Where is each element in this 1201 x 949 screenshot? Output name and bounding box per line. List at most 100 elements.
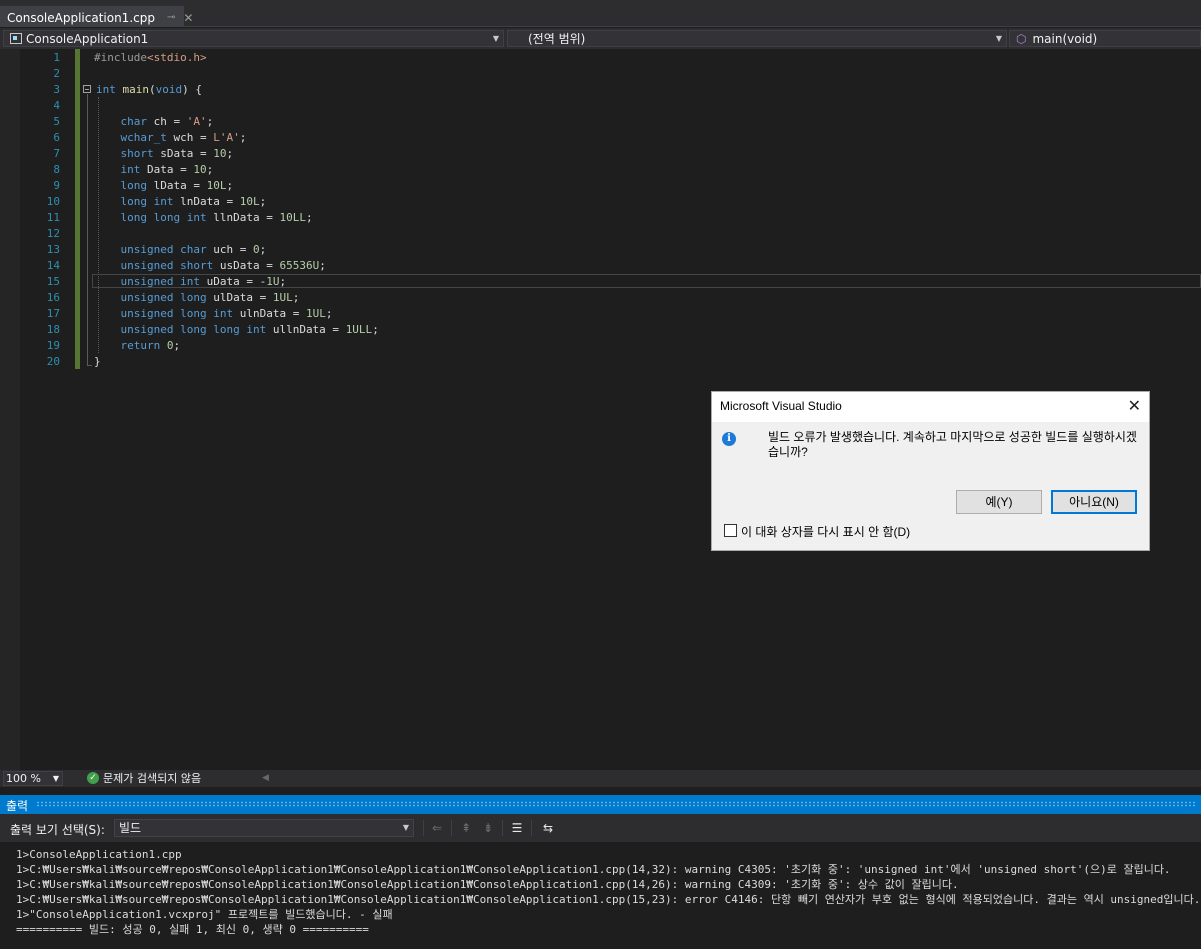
code-token: unsigned int <box>120 275 200 288</box>
output-line: ========== 빌드: 성공 0, 실패 1, 최신 0, 생략 0 ==… <box>16 923 369 936</box>
toolbar-separator <box>423 820 424 836</box>
code-token: 1U <box>266 275 280 288</box>
dialog-titlebar: Microsoft Visual Studio ✕ <box>712 392 1149 422</box>
code-token: lData = <box>147 179 207 192</box>
code-token: ; <box>319 259 326 272</box>
line-number: 4 <box>53 99 60 112</box>
code-token: uData = - <box>199 275 267 288</box>
line-number: 19 <box>46 339 60 352</box>
line-number: 2 <box>53 67 60 80</box>
code-line: } <box>94 354 101 370</box>
code-token: 1ULL <box>345 323 373 336</box>
line-number: 11 <box>46 211 60 224</box>
code-token: 'A' <box>186 115 207 128</box>
yes-button[interactable]: 예(Y) <box>956 490 1042 514</box>
find-message-icon[interactable]: ⇐ <box>429 820 445 836</box>
member-name: main(void) <box>1032 31 1098 46</box>
code-token: 65536U <box>279 259 320 272</box>
code-token: ulData = <box>206 291 273 304</box>
chevron-down-icon: ▼ <box>995 34 1002 43</box>
close-icon[interactable]: ✕ <box>183 11 193 25</box>
panel-grip[interactable] <box>36 801 1197 807</box>
no-button[interactable]: 아니요(N) <box>1051 490 1137 514</box>
line-number: 20 <box>46 355 60 368</box>
chevron-down-icon: ▼ <box>402 823 409 832</box>
code-token: short <box>120 147 154 160</box>
scope-name: (전역 범위) <box>528 32 586 46</box>
collapse-icon[interactable] <box>83 85 91 93</box>
code-line: unsigned short usData = 65536U; <box>94 258 326 274</box>
code-line: char ch = 'A'; <box>94 114 214 130</box>
code-line: wchar_t wch = L'A'; <box>94 130 247 146</box>
chevron-down-icon: ▼ <box>52 774 59 783</box>
word-wrap-icon[interactable]: ⇆ <box>540 820 556 836</box>
code-token: 0 <box>166 339 174 352</box>
tab-consoleapplication1-cpp[interactable]: ConsoleApplication1.cpp ⊸ ✕ <box>0 6 193 27</box>
line-number: 9 <box>53 179 60 192</box>
issues-status[interactable]: 문제가 검색되지 않음 <box>103 771 201 786</box>
line-number: 1 <box>53 51 60 64</box>
close-icon[interactable]: ✕ <box>1128 396 1141 416</box>
code-token: ; <box>173 339 181 352</box>
code-token: lnData = <box>173 195 240 208</box>
dont-show-checkbox[interactable] <box>724 524 737 537</box>
code-token: ullnData = <box>266 323 346 336</box>
line-number: 17 <box>46 307 60 320</box>
output-source-label: 출력 보기 선택(S): <box>10 823 105 837</box>
pin-icon[interactable]: ⊸ <box>167 12 175 23</box>
line-number: 14 <box>46 259 60 272</box>
output-panel-header: 출력 <box>0 795 1201 814</box>
output-source-select[interactable]: 빌드 ▼ <box>114 819 414 837</box>
output-line: 1>C:₩Users₩kali₩source₩repos₩ConsoleAppl… <box>16 878 959 891</box>
line-number: 12 <box>46 227 60 240</box>
clear-all-icon[interactable]: ☰ <box>509 820 525 836</box>
code-line: long long int llnData = 10LL; <box>94 210 313 226</box>
line-number: 7 <box>53 147 60 160</box>
next-message-icon[interactable]: ⇟ <box>480 820 496 836</box>
code-line: int main(void) { <box>96 82 202 98</box>
toolbar-separator <box>531 820 532 836</box>
code-token: } <box>94 355 101 368</box>
code-token: 10LL <box>279 211 306 224</box>
dialog-title: Microsoft Visual Studio <box>720 399 842 413</box>
code-token: int <box>96 83 116 96</box>
code-line: long int lnData = 10L; <box>94 194 267 210</box>
code-token: ; <box>259 243 267 256</box>
code-token: main <box>122 83 150 96</box>
zoom-dropdown[interactable]: 100 % ▼ <box>3 771 63 786</box>
scroll-left-icon[interactable]: ◀ <box>262 771 269 786</box>
dont-show-label[interactable]: 이 대화 상자를 다시 표시 안 함(D) <box>741 523 910 540</box>
tab-divider <box>0 26 1201 27</box>
code-token: uch = <box>206 243 253 256</box>
code-token: unsigned short <box>120 259 214 272</box>
line-number: 5 <box>53 115 60 128</box>
code-line: unsigned long long int ullnData = 1ULL; <box>94 322 379 338</box>
change-tracking-bar <box>75 49 80 369</box>
code-token: #include <box>94 51 147 64</box>
scope-dropdown[interactable]: (전역 범위) ▼ <box>507 30 1007 47</box>
line-number: 3 <box>53 83 60 96</box>
code-token: long int <box>120 195 174 208</box>
line-number: 18 <box>46 323 60 336</box>
zoom-level: 100 % <box>6 772 41 785</box>
code-token: unsigned long int <box>120 307 234 320</box>
chevron-down-icon: ▼ <box>492 34 499 43</box>
toolbar-separator <box>502 820 503 836</box>
tab-label: ConsoleApplication1.cpp <box>7 10 155 25</box>
output-line: 1>"ConsoleApplication1.vcxproj" 프로젝트를 빌드… <box>16 908 393 921</box>
dialog-message: 빌드 오류가 발생했습니다. 계속하고 마지막으로 성공한 빌드를 실행하시겠습… <box>768 430 1137 459</box>
code-token: ; <box>226 179 234 192</box>
code-token: long long int <box>120 211 207 224</box>
line-number: 8 <box>53 163 60 176</box>
member-dropdown[interactable]: ⬡ main(void) <box>1009 30 1201 47</box>
toolbar-separator <box>451 820 452 836</box>
previous-message-icon[interactable]: ⇞ <box>458 820 474 836</box>
project-dropdown[interactable]: ConsoleApplication1 ▼ <box>3 30 504 47</box>
output-text-area[interactable]: 1>ConsoleApplication1.cpp 1>C:₩Users₩kali… <box>0 842 1201 949</box>
